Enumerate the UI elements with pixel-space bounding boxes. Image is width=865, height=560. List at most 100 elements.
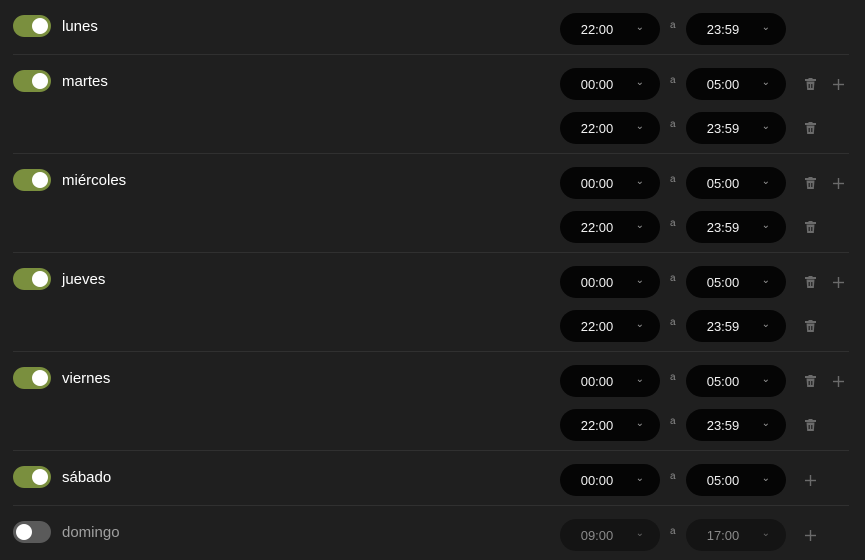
chevron-down-icon: ⌄ <box>635 473 644 484</box>
day-row-1: martes 00:00 ⌄ 05:00 ⌄ a 22:00 ⌄ 23:59 ⌄ a <box>13 55 849 154</box>
end-time-select[interactable]: 23:59 ⌄ <box>686 211 786 243</box>
start-time-select[interactable]: 00:00 ⌄ <box>560 464 660 496</box>
start-time-value: 22:00 <box>580 219 614 235</box>
chevron-down-icon: ⌄ <box>761 121 770 132</box>
end-time-value: 05:00 <box>706 373 740 389</box>
end-time-select[interactable]: 17:00 ⌄ <box>686 519 786 551</box>
end-time-value: 23:59 <box>706 417 740 433</box>
start-time-value: 22:00 <box>580 120 614 136</box>
start-time-value: 00:00 <box>580 373 614 389</box>
range-separator: a <box>670 119 676 130</box>
trash-icon[interactable] <box>800 118 820 138</box>
range-separator: a <box>670 526 676 537</box>
chevron-down-icon: ⌄ <box>761 220 770 231</box>
end-time-value: 05:00 <box>706 76 740 92</box>
start-time-select[interactable]: 00:00 ⌄ <box>560 167 660 199</box>
start-time-value: 00:00 <box>580 175 614 191</box>
day-row-0: lunes 22:00 ⌄ 23:59 ⌄ a <box>13 0 849 55</box>
start-time-value: 22:00 <box>580 318 614 334</box>
trash-icon[interactable] <box>800 415 820 435</box>
start-time-select[interactable]: 09:00 ⌄ <box>560 519 660 551</box>
time-slot: 00:00 ⌄ 05:00 ⌄ a <box>13 266 849 298</box>
end-time-select[interactable]: 23:59 ⌄ <box>686 409 786 441</box>
range-separator: a <box>670 273 676 284</box>
day-row-2: miércoles 00:00 ⌄ 05:00 ⌄ a 22:00 ⌄ 23:59 ⌄ a <box>13 154 849 253</box>
start-time-select[interactable]: 22:00 ⌄ <box>560 211 660 243</box>
start-time-select[interactable]: 00:00 ⌄ <box>560 365 660 397</box>
start-time-select[interactable]: 22:00 ⌄ <box>560 13 660 45</box>
end-time-value: 23:59 <box>706 219 740 235</box>
start-time-value: 22:00 <box>580 417 614 433</box>
range-separator: a <box>670 75 676 86</box>
start-time-select[interactable]: 22:00 ⌄ <box>560 409 660 441</box>
trash-icon[interactable] <box>800 173 820 193</box>
range-separator: a <box>670 471 676 482</box>
end-time-value: 05:00 <box>706 175 740 191</box>
start-time-value: 00:00 <box>580 76 614 92</box>
start-time-select[interactable]: 00:00 ⌄ <box>560 68 660 100</box>
end-time-value: 23:59 <box>706 318 740 334</box>
trash-icon[interactable] <box>800 74 820 94</box>
start-time-select[interactable]: 22:00 ⌄ <box>560 310 660 342</box>
chevron-down-icon: ⌄ <box>635 374 644 385</box>
trash-icon[interactable] <box>800 272 820 292</box>
end-time-select[interactable]: 05:00 ⌄ <box>686 68 786 100</box>
chevron-down-icon: ⌄ <box>761 418 770 429</box>
end-time-value: 05:00 <box>706 472 740 488</box>
end-time-value: 17:00 <box>706 527 740 543</box>
start-time-value: 22:00 <box>580 21 614 37</box>
range-separator: a <box>670 174 676 185</box>
time-slot: 22:00 ⌄ 23:59 ⌄ a <box>13 112 849 144</box>
chevron-down-icon: ⌄ <box>761 275 770 286</box>
end-time-select[interactable]: 05:00 ⌄ <box>686 365 786 397</box>
range-separator: a <box>670 218 676 229</box>
chevron-down-icon: ⌄ <box>761 319 770 330</box>
end-time-select[interactable]: 23:59 ⌄ <box>686 112 786 144</box>
start-time-value: 00:00 <box>580 274 614 290</box>
plus-icon[interactable] <box>828 371 848 391</box>
time-slot: 00:00 ⌄ 05:00 ⌄ a <box>13 167 849 199</box>
trash-icon[interactable] <box>800 217 820 237</box>
end-time-select[interactable]: 23:59 ⌄ <box>686 310 786 342</box>
end-time-select[interactable]: 05:00 ⌄ <box>686 266 786 298</box>
time-slot: 00:00 ⌄ 05:00 ⌄ a <box>13 365 849 397</box>
day-row-5: sábado 00:00 ⌄ 05:00 ⌄ a <box>13 451 849 506</box>
range-separator: a <box>670 416 676 427</box>
chevron-down-icon: ⌄ <box>761 77 770 88</box>
range-separator: a <box>670 372 676 383</box>
trash-icon[interactable] <box>800 371 820 391</box>
end-time-select[interactable]: 23:59 ⌄ <box>686 13 786 45</box>
plus-icon[interactable] <box>800 470 820 490</box>
chevron-down-icon: ⌄ <box>635 22 644 33</box>
plus-icon[interactable] <box>828 173 848 193</box>
time-slot: 22:00 ⌄ 23:59 ⌄ a <box>13 13 849 45</box>
time-slot: 22:00 ⌄ 23:59 ⌄ a <box>13 211 849 243</box>
time-slot: 09:00 ⌄ 17:00 ⌄ a <box>13 519 849 551</box>
chevron-down-icon: ⌄ <box>761 374 770 385</box>
plus-icon[interactable] <box>800 525 820 545</box>
chevron-down-icon: ⌄ <box>635 319 644 330</box>
time-slot: 22:00 ⌄ 23:59 ⌄ a <box>13 310 849 342</box>
trash-icon[interactable] <box>800 316 820 336</box>
chevron-down-icon: ⌄ <box>761 176 770 187</box>
chevron-down-icon: ⌄ <box>635 220 644 231</box>
plus-icon[interactable] <box>828 74 848 94</box>
end-time-select[interactable]: 05:00 ⌄ <box>686 167 786 199</box>
start-time-select[interactable]: 22:00 ⌄ <box>560 112 660 144</box>
plus-icon[interactable] <box>828 272 848 292</box>
start-time-value: 00:00 <box>580 472 614 488</box>
start-time-select[interactable]: 00:00 ⌄ <box>560 266 660 298</box>
chevron-down-icon: ⌄ <box>761 528 770 539</box>
start-time-value: 09:00 <box>580 527 614 543</box>
weekly-schedule: lunes 22:00 ⌄ 23:59 ⌄ a martes 00:00 ⌄ 05:00 ⌄ a 22:… <box>0 0 865 560</box>
day-row-3: jueves 00:00 ⌄ 05:00 ⌄ a 22:00 ⌄ 23:59 ⌄ a <box>13 253 849 352</box>
end-time-select[interactable]: 05:00 ⌄ <box>686 464 786 496</box>
chevron-down-icon: ⌄ <box>635 418 644 429</box>
time-slot: 00:00 ⌄ 05:00 ⌄ a <box>13 68 849 100</box>
chevron-down-icon: ⌄ <box>635 275 644 286</box>
end-time-value: 23:59 <box>706 21 740 37</box>
end-time-value: 23:59 <box>706 120 740 136</box>
end-time-value: 05:00 <box>706 274 740 290</box>
chevron-down-icon: ⌄ <box>761 473 770 484</box>
range-separator: a <box>670 20 676 31</box>
